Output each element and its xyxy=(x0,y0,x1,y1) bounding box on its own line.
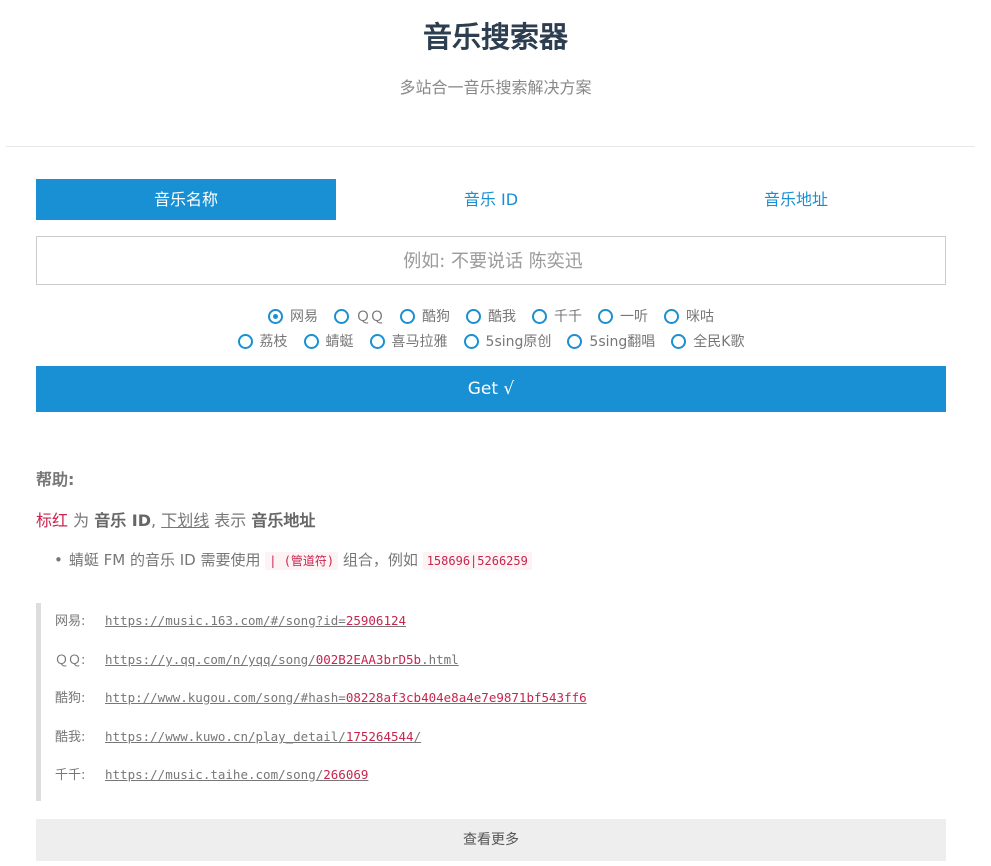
site-label: 5sing翻唱 xyxy=(589,334,656,350)
example-label: 网易: xyxy=(55,614,86,629)
site-label: 喜马拉雅 xyxy=(391,334,448,350)
site-label: 网易 xyxy=(290,309,318,325)
radio-unchecked-icon xyxy=(567,333,583,349)
legend-text: 表示 xyxy=(209,511,252,530)
site-radio-kuwo[interactable]: 酷我 xyxy=(466,306,516,326)
radio-unchecked-icon xyxy=(369,333,385,349)
page-title: 音乐搜索器 xyxy=(422,20,568,54)
search-input[interactable] xyxy=(37,237,949,286)
site-label: 全民K歌 xyxy=(693,334,745,350)
site-label: 咪咕 xyxy=(686,309,714,325)
site-radio-row-2: 荔枝 蜻蜓 喜马拉雅 5sing原创 5sing翻唱 全民K歌 xyxy=(36,331,946,351)
note-text: 组合，例如 xyxy=(338,551,423,569)
note-text: 蜻蜓 FM 的音乐 ID 需要使用 xyxy=(68,551,266,569)
site-radio-row-1: 网易 ＱＱ 酷狗 酷我 千千 一听 咪咕 xyxy=(36,306,946,326)
site-radio-qingting[interactable]: 蜻蜓 xyxy=(303,331,354,351)
radio-checked-icon xyxy=(268,308,283,324)
tab-music-name[interactable]: 音乐名称 xyxy=(36,179,336,220)
radio-unchecked-icon xyxy=(303,333,319,349)
site-label: 酷我 xyxy=(488,309,516,325)
site-radio-qq[interactable]: ＱＱ xyxy=(334,306,384,326)
example-row-qianqian: 千千: https://music.taihe.com/song/266069 xyxy=(55,764,368,783)
site-label: 5sing原创 xyxy=(485,334,552,350)
radio-unchecked-icon xyxy=(466,308,481,324)
legend-underline-text: 下划线 xyxy=(161,511,210,530)
example-link[interactable]: https://y.qq.com/n/yqq/song/002B2EAA3brD… xyxy=(105,652,459,667)
legend-music-url: 音乐地址 xyxy=(251,511,316,530)
example-row-qq: ＱＱ: https://y.qq.com/n/yqq/song/002B2EAA3… xyxy=(55,649,459,668)
site-radio-yiting[interactable]: 一听 xyxy=(598,306,648,326)
get-button[interactable]: Get √ xyxy=(36,366,946,412)
site-label: ＱＱ xyxy=(356,309,384,325)
example-link[interactable]: http://www.kugou.com/song/#hash=08228af3… xyxy=(105,690,587,705)
site-radio-lizhi[interactable]: 荔枝 xyxy=(237,331,288,351)
example-link[interactable]: https://music.taihe.com/song/266069 xyxy=(105,767,368,782)
example-label: 酷我: xyxy=(55,730,86,745)
note-code-example: 158696|5266259 xyxy=(422,552,532,570)
site-radio-netease[interactable]: 网易 xyxy=(268,306,318,326)
example-row-kuwo: 酷我: https://www.kuwo.cn/play_detail/17526… xyxy=(55,726,421,745)
examples-blockquote: 网易: https://music.163.com/#/song?id=25906… xyxy=(36,603,921,801)
help-title: 帮助: xyxy=(36,470,75,489)
site-radio-5sing-original[interactable]: 5sing原创 xyxy=(463,331,552,351)
example-link[interactable]: https://music.163.com/#/song?id=25906124 xyxy=(105,613,406,628)
site-radio-ximalaya[interactable]: 喜马拉雅 xyxy=(369,331,448,351)
site-radio-kugou[interactable]: 酷狗 xyxy=(400,306,450,326)
note-code: | (管道符) xyxy=(265,552,339,570)
example-label: ＱＱ: xyxy=(55,653,86,668)
legend-music-id: 音乐 ID xyxy=(94,511,152,530)
site-radio-quanmin-kge[interactable]: 全民K歌 xyxy=(671,331,744,351)
site-radio-5sing-cover[interactable]: 5sing翻唱 xyxy=(567,331,655,351)
radio-unchecked-icon xyxy=(664,308,679,324)
site-label: 荔枝 xyxy=(259,334,288,350)
site-label: 千千 xyxy=(554,309,582,325)
help-legend: 标红 为 音乐 ID, 下划线 表示 音乐地址 xyxy=(36,507,315,531)
page-subtitle: 多站合一音乐搜索解决方案 xyxy=(399,78,592,97)
divider xyxy=(6,146,975,147)
radio-unchecked-icon xyxy=(598,308,613,324)
radio-unchecked-icon xyxy=(671,333,687,349)
legend-text: , xyxy=(151,511,162,530)
site-radio-migu[interactable]: 咪咕 xyxy=(664,306,714,326)
search-type-tabs: 音乐名称 音乐 ID 音乐地址 xyxy=(36,179,946,220)
site-label: 一听 xyxy=(620,309,648,325)
search-box xyxy=(36,236,949,286)
example-label: 酷狗: xyxy=(55,691,86,706)
help-note: • 蜻蜓 FM 的音乐 ID 需要使用 | (管道符) 组合，例如 158696|… xyxy=(54,549,532,570)
site-label: 酷狗 xyxy=(422,309,450,325)
example-row-netease: 网易: https://music.163.com/#/song?id=25906… xyxy=(55,610,406,629)
example-row-kugou: 酷狗: http://www.kugou.com/song/#hash=08228… xyxy=(55,687,587,706)
site-radio-qianqian[interactable]: 千千 xyxy=(532,306,582,326)
tab-music-id[interactable]: 音乐 ID xyxy=(336,179,646,220)
bullet-icon: • xyxy=(54,551,63,569)
tab-music-url[interactable]: 音乐地址 xyxy=(646,179,946,220)
view-more-button[interactable]: 查看更多 xyxy=(36,819,946,861)
legend-red-text: 标红 xyxy=(36,511,69,530)
radio-unchecked-icon xyxy=(334,308,349,324)
radio-unchecked-icon xyxy=(532,308,547,324)
radio-unchecked-icon xyxy=(400,308,415,324)
example-link[interactable]: https://www.kuwo.cn/play_detail/17526454… xyxy=(105,729,421,744)
site-label: 蜻蜓 xyxy=(325,334,354,350)
legend-text: 为 xyxy=(68,511,95,530)
example-label: 千千: xyxy=(55,768,86,783)
radio-unchecked-icon xyxy=(463,333,479,349)
radio-unchecked-icon xyxy=(237,333,253,349)
